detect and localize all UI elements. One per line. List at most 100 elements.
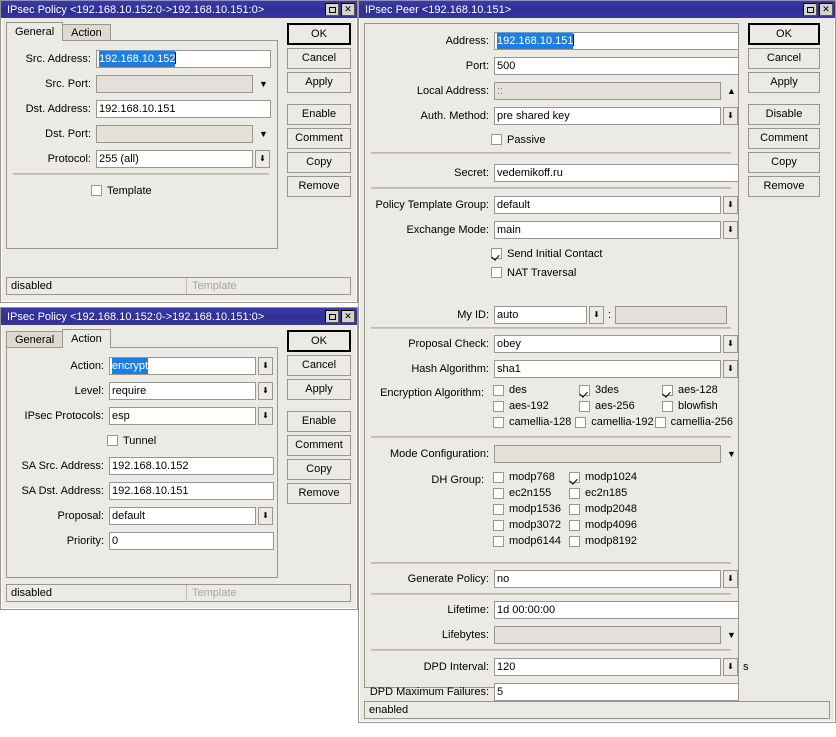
spin-down-icon[interactable]: ⬇ [723,569,738,588]
lifebytes-input[interactable] [494,625,721,644]
template-checkbox[interactable]: Template [91,185,152,197]
window-ipsec-policy-general[interactable]: IPsec Policy <192.168.10.152:0->192.168.… [0,0,358,303]
generate-policy-input[interactable]: no [494,569,721,588]
chevron-down-icon[interactable]: ▼ [256,125,271,143]
dst-port-input[interactable] [96,124,253,143]
chevron-down-icon[interactable]: ▼ [256,75,271,93]
encryption-checkbox-aes-192[interactable]: aes-192 [493,400,579,412]
close-icon[interactable]: ✕ [819,3,833,16]
address-input[interactable]: 192.168.10.151 [494,31,739,50]
dh-checkbox-ec2n185[interactable]: ec2n185 [569,487,627,499]
maximize-icon[interactable] [803,3,817,16]
dst-address-input[interactable]: 192.168.10.151 [96,99,271,118]
src-address-input[interactable]: 192.168.10.152 [96,49,271,68]
comment-button[interactable]: Comment [287,435,351,456]
spin-down-icon[interactable]: ⬇ [258,406,273,425]
encryption-checkbox-blowfish[interactable]: blowfish [662,400,718,412]
spin-down-icon[interactable]: ⬇ [723,657,738,676]
dh-checkbox-modp2048[interactable]: modp2048 [569,503,637,515]
maximize-icon[interactable] [325,310,339,323]
my-id-secondary-input[interactable] [615,305,728,324]
my-id-input[interactable]: auto [494,305,587,324]
spin-down-icon[interactable]: ⬇ [723,334,738,353]
tab-action[interactable]: Action [62,24,111,41]
hash-algorithm-input[interactable]: sha1 [494,359,721,378]
mode-configuration-input[interactable] [494,444,721,463]
close-icon[interactable]: ✕ [341,3,355,16]
close-icon[interactable]: ✕ [341,310,355,323]
titlebar-policy-action[interactable]: IPsec Policy <192.168.10.152:0->192.168.… [1,308,357,325]
sa-src-address-input[interactable]: 192.168.10.152 [109,456,274,475]
encryption-checkbox-aes-256[interactable]: aes-256 [579,400,662,412]
cancel-button[interactable]: Cancel [748,48,820,69]
copy-button[interactable]: Copy [287,152,351,173]
spin-down-icon[interactable]: ⬇ [258,356,273,375]
maximize-icon[interactable] [325,3,339,16]
protocol-input[interactable]: 255 (all) [96,149,253,168]
cancel-button[interactable]: Cancel [287,355,351,376]
enable-button[interactable]: Enable [287,411,351,432]
tab-general[interactable]: General [6,22,64,41]
enable-button[interactable]: Enable [287,104,351,125]
ipsec-protocols-input[interactable]: esp [109,406,256,425]
spin-down-icon[interactable]: ⬇ [723,106,738,125]
dpd-max-failures-input[interactable]: 5 [494,682,739,701]
nat-traversal-checkbox[interactable]: NAT Traversal [491,267,576,279]
comment-button[interactable]: Comment [287,128,351,149]
copy-button[interactable]: Copy [748,152,820,173]
chevron-down-icon[interactable]: ▼ [724,445,739,463]
spin-down-icon[interactable]: ⬇ [723,195,738,214]
comment-button[interactable]: Comment [748,128,820,149]
ok-button[interactable]: OK [287,23,351,45]
send-initial-contact-checkbox[interactable]: Send Initial Contact [491,248,602,260]
secret-input[interactable]: vedemikoff.ru [494,163,739,182]
dh-checkbox-ec2n155[interactable]: ec2n155 [493,487,569,499]
proposal-check-input[interactable]: obey [494,334,721,353]
sa-dst-address-input[interactable]: 192.168.10.151 [109,481,274,500]
spin-down-icon[interactable]: ⬇ [589,305,604,324]
remove-button[interactable]: Remove [748,176,820,197]
encryption-checkbox-aes-128[interactable]: aes-128 [662,384,718,396]
window-ipsec-policy-action[interactable]: IPsec Policy <192.168.10.152:0->192.168.… [0,307,358,610]
dh-checkbox-modp4096[interactable]: modp4096 [569,519,637,531]
dpd-interval-input[interactable]: 120 [494,657,721,676]
ok-button[interactable]: OK [748,23,820,45]
lifetime-input[interactable]: 1d 00:00:00 [494,600,739,619]
copy-button[interactable]: Copy [287,459,351,480]
titlebar-policy-general[interactable]: IPsec Policy <192.168.10.152:0->192.168.… [1,1,357,18]
encryption-checkbox-camellia-256[interactable]: camellia-256 [654,416,733,428]
apply-button[interactable]: Apply [287,379,351,400]
encryption-checkbox-camellia-192[interactable]: camellia-192 [575,416,654,428]
passive-checkbox[interactable]: Passive [491,134,546,146]
exchange-mode-input[interactable]: main [494,220,721,239]
spin-down-icon[interactable]: ⬇ [258,381,273,400]
chevron-up-icon[interactable]: ▲ [724,82,739,100]
spin-down-icon[interactable]: ⬇ [255,149,270,168]
local-address-input[interactable]: :: [494,81,721,100]
window-ipsec-peer[interactable]: IPsec Peer <192.168.10.151> ✕ Address: 1… [358,0,836,723]
titlebar-peer[interactable]: IPsec Peer <192.168.10.151> ✕ [359,1,835,18]
encryption-checkbox-des[interactable]: des [493,384,579,396]
port-input[interactable]: 500 [494,56,739,75]
cancel-button[interactable]: Cancel [287,48,351,69]
apply-button[interactable]: Apply [287,72,351,93]
tab-action[interactable]: Action [62,329,111,348]
remove-button[interactable]: Remove [287,483,351,504]
disable-button[interactable]: Disable [748,104,820,125]
action-input[interactable]: encrypt [109,356,256,375]
level-input[interactable]: require [109,381,256,400]
chevron-down-icon[interactable]: ▼ [724,626,739,644]
auth-method-input[interactable]: pre shared key [494,106,721,125]
priority-input[interactable]: 0 [109,531,274,550]
dh-checkbox-modp3072[interactable]: modp3072 [493,519,569,531]
src-port-input[interactable] [96,74,253,93]
apply-button[interactable]: Apply [748,72,820,93]
spin-down-icon[interactable]: ⬇ [723,359,738,378]
dh-checkbox-modp1024[interactable]: modp1024 [569,471,637,483]
policy-template-group-input[interactable]: default [494,195,721,214]
encryption-checkbox-3des[interactable]: 3des [579,384,662,396]
remove-button[interactable]: Remove [287,176,351,197]
dh-checkbox-modp768[interactable]: modp768 [493,471,569,483]
tab-general[interactable]: General [6,331,64,348]
dh-checkbox-modp1536[interactable]: modp1536 [493,503,569,515]
